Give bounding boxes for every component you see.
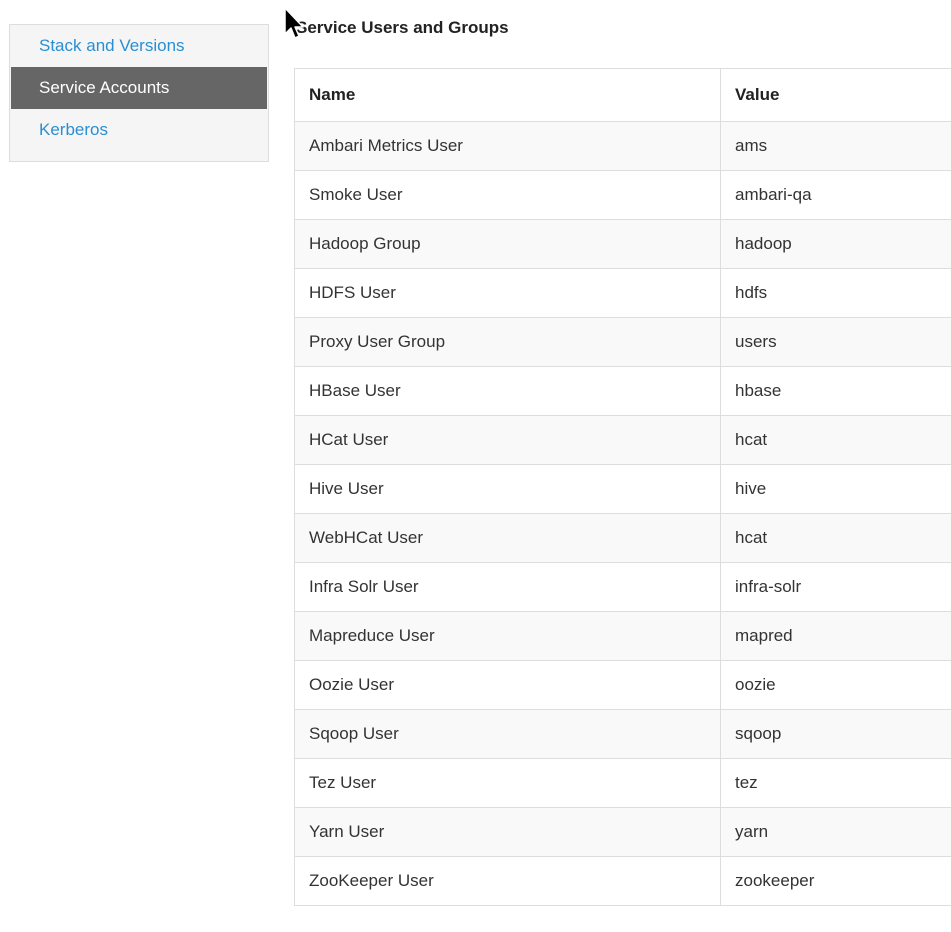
cell-value: hcat [720, 513, 951, 563]
service-users-table-container: Name Value Ambari Metrics User ams Smoke U… [294, 68, 951, 906]
table-header-row: Name Value [294, 68, 951, 122]
table-row: Hadoop Group hadoop [294, 219, 951, 269]
table-row: WebHCat User hcat [294, 513, 951, 563]
cell-name: Proxy User Group [294, 317, 721, 367]
table-row: HBase User hbase [294, 366, 951, 416]
table-row: Ambari Metrics User ams [294, 121, 951, 171]
cell-value: hive [720, 464, 951, 514]
cell-name: Yarn User [294, 807, 721, 857]
cell-name: HCat User [294, 415, 721, 465]
cell-value: hdfs [720, 268, 951, 318]
cell-name: Hive User [294, 464, 721, 514]
cell-value: hadoop [720, 219, 951, 269]
column-header-value: Value [720, 68, 951, 122]
cell-value: infra-solr [720, 562, 951, 612]
table-row: HDFS User hdfs [294, 268, 951, 318]
cell-name: Hadoop Group [294, 219, 721, 269]
table-row: Oozie User oozie [294, 660, 951, 710]
table-row: HCat User hcat [294, 415, 951, 465]
cell-name: Infra Solr User [294, 562, 721, 612]
sidebar-item-kerberos[interactable]: Kerberos [10, 109, 268, 151]
table-row: Mapreduce User mapred [294, 611, 951, 661]
table-row: Proxy User Group users [294, 317, 951, 367]
cell-value: sqoop [720, 709, 951, 759]
cell-value: tez [720, 758, 951, 808]
table-row: Tez User tez [294, 758, 951, 808]
cell-name: HDFS User [294, 268, 721, 318]
cell-name: ZooKeeper User [294, 856, 721, 906]
cell-name: WebHCat User [294, 513, 721, 563]
cell-value: hbase [720, 366, 951, 416]
table-row: Sqoop User sqoop [294, 709, 951, 759]
cell-name: Tez User [294, 758, 721, 808]
sidebar-item-stack-and-versions[interactable]: Stack and Versions [10, 25, 268, 67]
cell-value: users [720, 317, 951, 367]
column-header-name: Name [294, 68, 721, 122]
table-row: Yarn User yarn [294, 807, 951, 857]
section-title: Service Users and Groups [296, 18, 509, 37]
cell-value: hcat [720, 415, 951, 465]
cell-value: zookeeper [720, 856, 951, 906]
cell-name: HBase User [294, 366, 721, 416]
mouse-pointer-icon [284, 7, 304, 39]
service-users-table: Name Value Ambari Metrics User ams Smoke U… [294, 68, 951, 906]
table-row: Hive User hive [294, 464, 951, 514]
cell-value: mapred [720, 611, 951, 661]
cell-value: ambari-qa [720, 170, 951, 220]
cell-name: Mapreduce User [294, 611, 721, 661]
cell-name: Smoke User [294, 170, 721, 220]
sidebar-nav: Stack and Versions Service Accounts Kerb… [9, 24, 269, 162]
table-body: Ambari Metrics User ams Smoke User ambari-q… [294, 121, 951, 906]
cell-value: ams [720, 121, 951, 171]
sidebar-item-service-accounts[interactable]: Service Accounts [11, 67, 267, 109]
table-row: Infra Solr User infra-solr [294, 562, 951, 612]
cell-name: Oozie User [294, 660, 721, 710]
cell-name: Sqoop User [294, 709, 721, 759]
cell-value: yarn [720, 807, 951, 857]
table-row: ZooKeeper User zookeeper [294, 856, 951, 906]
table-row: Smoke User ambari-qa [294, 170, 951, 220]
cell-name: Ambari Metrics User [294, 121, 721, 171]
cell-value: oozie [720, 660, 951, 710]
